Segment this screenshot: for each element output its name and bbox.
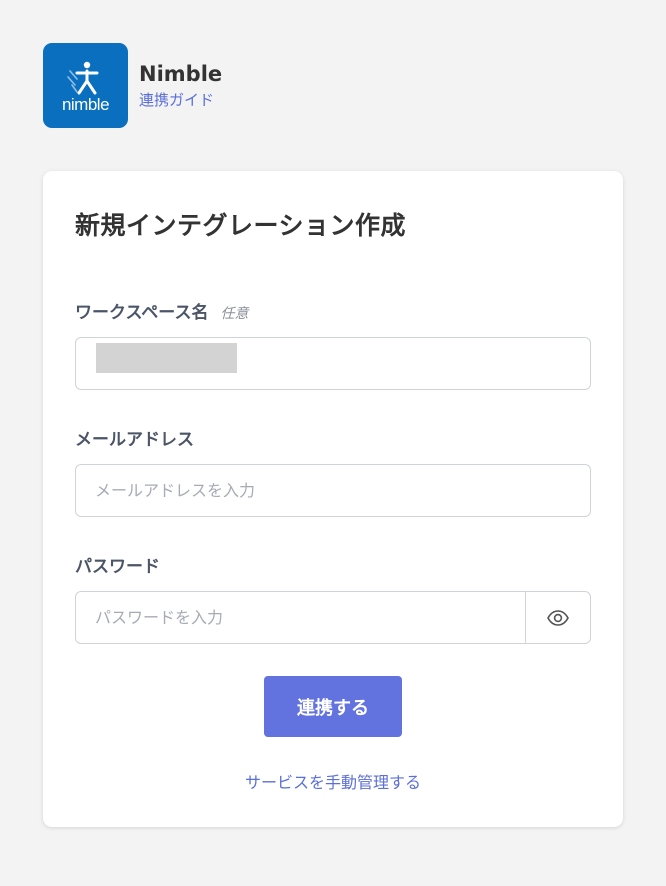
password-label-text: パスワード bbox=[75, 557, 160, 577]
email-field[interactable] bbox=[75, 464, 591, 517]
email-label-text: メールアドレス bbox=[75, 430, 194, 450]
app-meta: Nimble 連携ガイド bbox=[139, 61, 222, 111]
page-title: 新規インテグレーション作成 bbox=[75, 211, 407, 240]
nimble-logo: nimble bbox=[43, 43, 128, 128]
optional-tag: 任意 bbox=[220, 306, 249, 322]
app-name: Nimble bbox=[139, 61, 223, 86]
connect-button[interactable]: 連携する bbox=[264, 676, 402, 737]
eye-icon bbox=[547, 609, 569, 626]
integration-form-card: 新規インテグレーション作成 ワークスペース名 任意 メールアドレス パスワード … bbox=[43, 171, 623, 827]
logo-text: nimble bbox=[61, 94, 110, 114]
workspace-name-label-text: ワークスペース名 bbox=[75, 303, 209, 323]
redacted-workspace-value bbox=[96, 343, 237, 373]
password-label: パスワード bbox=[75, 552, 160, 577]
email-label: メールアドレス bbox=[75, 425, 194, 450]
email-input[interactable] bbox=[76, 465, 590, 516]
nimble-star-icon bbox=[66, 61, 98, 94]
show-password-toggle[interactable] bbox=[525, 592, 590, 643]
workspace-name-label: ワークスペース名 任意 bbox=[75, 298, 248, 323]
workspace-name-field[interactable] bbox=[75, 337, 591, 390]
password-field[interactable] bbox=[75, 591, 591, 644]
manual-manage-link[interactable]: サービスを手動管理する bbox=[43, 769, 623, 793]
app-header: nimble Nimble 連携ガイド bbox=[43, 43, 222, 128]
password-input[interactable] bbox=[76, 592, 525, 643]
integration-guide-link[interactable]: 連携ガイド bbox=[139, 89, 222, 111]
